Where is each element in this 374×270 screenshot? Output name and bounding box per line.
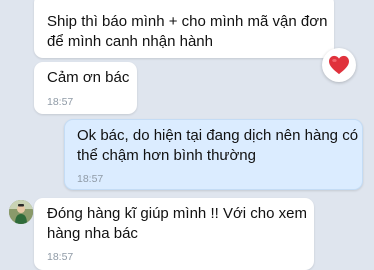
message-bubble-incoming[interactable]: Cảm ơn bác 18:57 [34,62,137,114]
contact-avatar[interactable] [9,200,33,224]
message-timestamp: 18:57 [77,173,104,185]
message-timestamp: 18:57 [47,96,74,108]
avatar-image [9,200,33,224]
message-timestamp: 18:57 [47,251,74,263]
reaction-badge[interactable] [322,48,356,82]
message-text: Ok bác, do hiện tại đang dịch nên hàng c… [77,127,359,164]
message-bubble-incoming[interactable]: Ship thì báo mình + cho mình mã vận đơn … [34,0,334,58]
message-text: Cảm ơn bác [47,69,130,86]
message-text: Ship thì báo mình + cho mình mã vận đơn … [47,13,328,50]
message-bubble-outgoing[interactable]: Ok bác, do hiện tại đang dịch nên hàng c… [64,119,363,190]
heart-icon [329,55,349,75]
message-bubble-incoming[interactable]: Đóng hàng kĩ giúp mình !! Với cho xem hà… [34,198,314,270]
message-text: Đóng hàng kĩ giúp mình !! Với cho xem hà… [47,205,307,242]
